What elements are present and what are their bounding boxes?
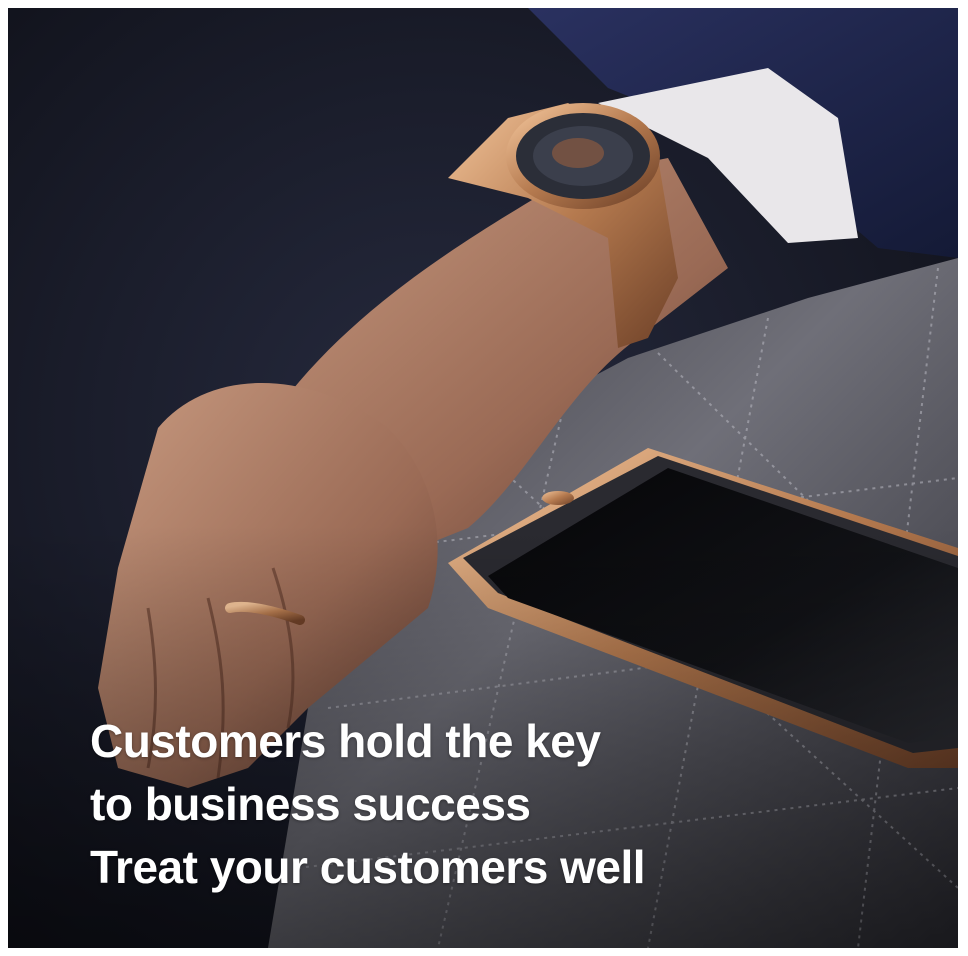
caption-text: Customers hold the key to business succe…	[90, 710, 646, 899]
caption-line-3: Treat your customers well	[90, 841, 646, 893]
caption-line-2: to business success	[90, 778, 531, 830]
caption-line-1: Customers hold the key	[90, 715, 601, 767]
hero-image-frame: Customers hold the key to business succe…	[8, 8, 958, 948]
